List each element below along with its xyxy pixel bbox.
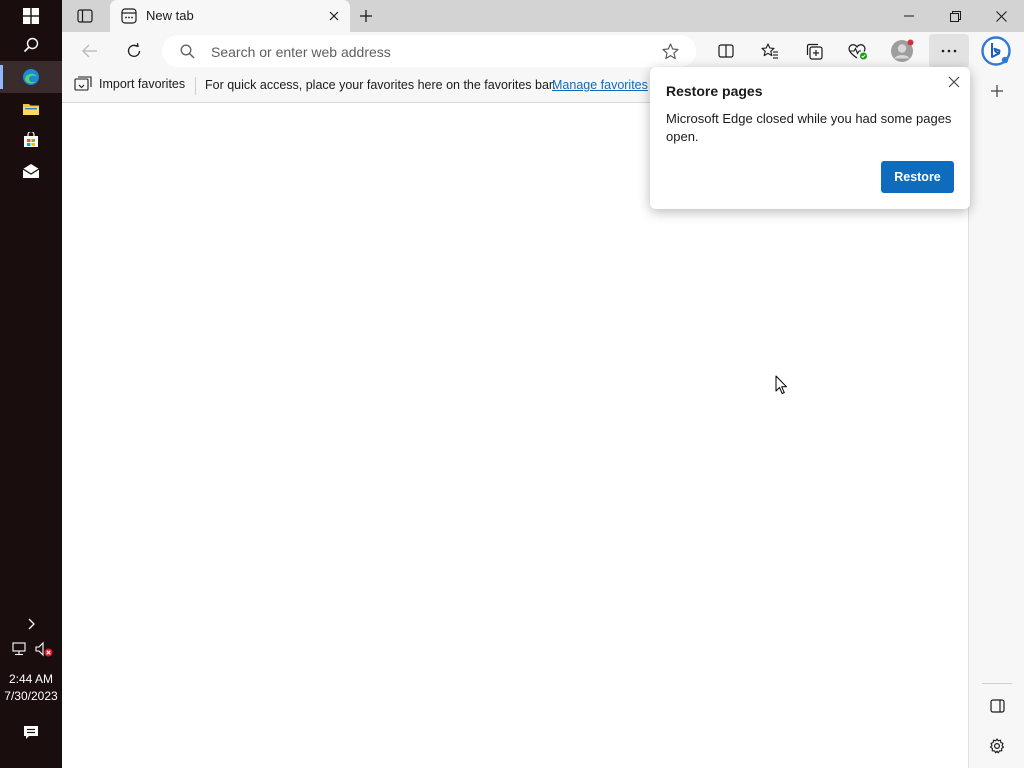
sidebar-panel-icon: [989, 699, 1005, 713]
volume-muted-icon: [35, 641, 53, 657]
minimize-button[interactable]: [886, 0, 932, 32]
dialog-title: Restore pages: [666, 83, 763, 99]
customize-sidebar-button[interactable]: [981, 730, 1013, 762]
back-arrow-icon: [82, 44, 97, 58]
import-favorites-icon: [74, 76, 92, 91]
taskbar-mail-button[interactable]: [0, 155, 62, 187]
manage-favorites-link[interactable]: Manage favorites: [552, 78, 648, 92]
bing-chat-button[interactable]: [979, 34, 1013, 68]
taskbar-edge-button[interactable]: [0, 61, 62, 93]
close-tab-button[interactable]: [326, 8, 342, 24]
search-icon: [23, 37, 39, 53]
windows-logo-icon: [23, 8, 39, 24]
taskbar-clock[interactable]: 2:44 AM 7/30/2023: [0, 671, 62, 705]
taskbar-file-explorer-button[interactable]: [0, 93, 62, 125]
dialog-close-button[interactable]: [944, 72, 964, 92]
restore-window-icon: [949, 10, 961, 22]
mail-icon: [23, 164, 39, 178]
favorites-bar-hint: For quick access, place your favorites h…: [205, 78, 556, 92]
close-icon: [995, 10, 1007, 22]
store-icon: [24, 132, 38, 147]
network-status-button[interactable]: [8, 633, 30, 665]
tab-actions-button[interactable]: [63, 0, 107, 32]
split-screen-button[interactable]: [709, 34, 743, 68]
dialog-message: Microsoft Edge closed while you had some…: [666, 111, 952, 144]
sidebar-divider: [982, 683, 1012, 684]
restore-window-button[interactable]: [932, 0, 978, 32]
taskbar: 2:44 AM 7/30/2023: [0, 0, 62, 768]
clock-date: 7/30/2023: [4, 689, 58, 703]
volume-button[interactable]: [33, 633, 55, 665]
taskbar-search-button[interactable]: [0, 29, 62, 61]
split-screen-icon: [718, 44, 734, 58]
new-tab-page-icon: [121, 8, 137, 24]
tab-title: New tab: [146, 8, 194, 23]
search-icon: [180, 44, 195, 59]
sidebar-add-button[interactable]: [981, 75, 1013, 107]
taskbar-store-button[interactable]: [0, 124, 62, 156]
edge-window: New tab Search or enter web address Impo…: [62, 0, 1024, 768]
close-icon: [948, 76, 960, 88]
edge-sidebar: [969, 69, 1024, 768]
navigation-toolbar: Search or enter web address: [62, 32, 1024, 69]
tab-actions-icon: [77, 9, 93, 23]
action-center-button[interactable]: [0, 717, 62, 749]
tab-new-tab[interactable]: New tab: [110, 0, 350, 32]
add-favorite-button[interactable]: [660, 42, 680, 60]
more-icon: [941, 49, 957, 53]
clock-time: 2:44 AM: [8, 672, 54, 686]
mouse-cursor-icon: [775, 375, 787, 394]
collections-icon: [806, 43, 823, 60]
edge-icon: [23, 69, 39, 85]
profile-button[interactable]: [885, 34, 919, 68]
new-tab-button[interactable]: [352, 0, 380, 32]
restore-pages-dialog: Restore pages Microsoft Edge closed whil…: [650, 67, 970, 209]
plus-icon: [360, 10, 372, 22]
folder-icon: [23, 104, 39, 115]
import-favorites-button[interactable]: Import favorites: [74, 76, 185, 92]
import-favorites-label: Import favorites: [99, 77, 186, 91]
favorites-icon: [761, 43, 778, 59]
address-bar[interactable]: Search or enter web address: [162, 35, 696, 67]
plus-icon: [991, 85, 1003, 97]
heart-pulse-icon: [848, 43, 867, 59]
close-icon: [329, 11, 339, 21]
collections-button[interactable]: [797, 34, 831, 68]
restore-button[interactable]: Restore: [881, 161, 954, 193]
chevron-right-icon: [28, 618, 35, 630]
favorites-bar-divider: [195, 77, 196, 95]
bing-icon: [981, 36, 1011, 66]
browser-essentials-button[interactable]: [841, 34, 875, 68]
minimize-icon: [904, 15, 914, 17]
address-placeholder: Search or enter web address: [211, 44, 391, 60]
star-icon: [661, 42, 679, 59]
avatar: [891, 39, 914, 62]
close-window-button[interactable]: [978, 0, 1024, 32]
notifications-icon: [24, 726, 38, 739]
gear-icon: [989, 738, 1005, 754]
network-icon: [12, 642, 26, 656]
tab-strip: New tab: [62, 0, 1024, 32]
refresh-button[interactable]: [117, 34, 151, 68]
favorites-button[interactable]: [753, 34, 787, 68]
start-button[interactable]: [0, 0, 62, 32]
hide-sidebar-button[interactable]: [981, 690, 1013, 722]
back-button[interactable]: [73, 34, 107, 68]
refresh-icon: [127, 43, 141, 57]
settings-and-more-button[interactable]: [929, 34, 969, 68]
screen: 2:44 AM 7/30/2023 New tab Search or ente…: [0, 0, 1024, 768]
